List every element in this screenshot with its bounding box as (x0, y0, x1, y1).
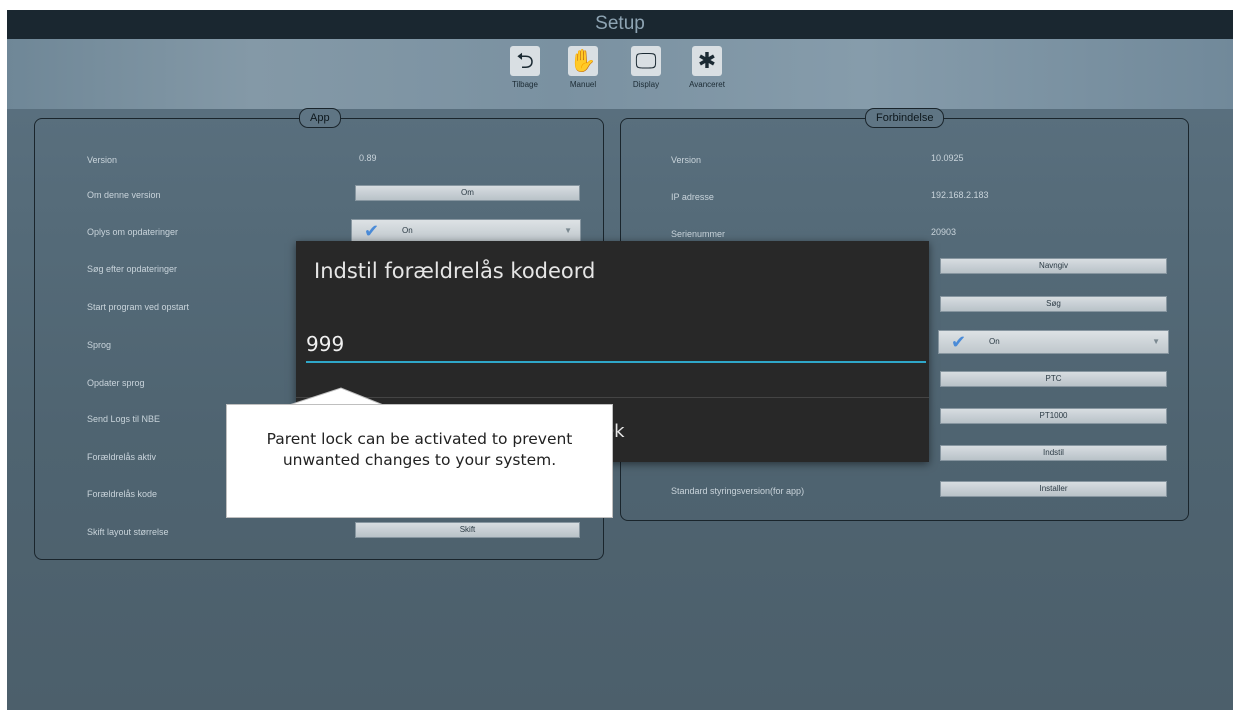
ptc-button[interactable]: PTC (940, 371, 1167, 387)
window-title: Setup (7, 10, 1233, 39)
serial-value: 20903 (931, 227, 957, 237)
updates-info-label: Oplys om opdateringer (87, 227, 179, 237)
app-version-label: Version (87, 155, 118, 165)
send-logs-label: Send Logs til NBE (87, 414, 161, 424)
back-arrow-icon: ⮌ (510, 46, 540, 76)
serial-label: Serienummer (671, 229, 726, 239)
dialog-title: Indstil forældrelås kodeord (314, 259, 596, 283)
connection-toggle-dropdown[interactable]: ✔ On ▼ (938, 330, 1169, 354)
start-program-label: Start program ved opstart (87, 302, 190, 312)
checkmark-icon: ✔ (364, 221, 380, 241)
nav-back-label: Tilbage (512, 80, 538, 89)
help-tooltip: Parent lock can be activated to prevent … (226, 404, 613, 518)
nav-advanced-button[interactable]: ✱ Avanceret (677, 46, 737, 89)
ip-value: 192.168.2.183 (931, 190, 989, 200)
app-version-value: 0.89 (359, 153, 377, 163)
set-button[interactable]: Indstil (940, 445, 1167, 461)
about-label: Om denne version (87, 190, 161, 200)
dropdown-arrow-icon: ▼ (1152, 337, 1160, 346)
ip-label: IP adresse (671, 192, 714, 202)
layout-size-label: Skift layout størrelse (87, 527, 169, 537)
app-panel-title: App (299, 108, 341, 128)
connection-toggle-value: On (989, 337, 1000, 346)
search-updates-label: Søg efter opdateringer (87, 264, 178, 274)
puzzle-icon: ✱ (692, 46, 722, 76)
search-button[interactable]: Søg (940, 296, 1167, 312)
connection-version-value: 10.0925 (931, 153, 964, 163)
name-button[interactable]: Navngiv (940, 258, 1167, 274)
parent-lock-code-label: Forældrelås kode (87, 489, 158, 499)
nav-manual-label: Manuel (569, 80, 597, 89)
language-label: Sprog (87, 340, 112, 350)
nav-manual-button[interactable]: ✋ Manuel (553, 46, 613, 89)
std-control-label: Standard styringsversion(for app) (671, 486, 805, 496)
hand-icon: ✋ (568, 46, 598, 76)
nav-display-button[interactable]: 🖵 Display (616, 46, 676, 89)
updates-info-dropdown[interactable]: ✔ On ▼ (351, 219, 581, 243)
nav-advanced-label: Avanceret (689, 80, 725, 89)
tooltip-text: Parent lock can be activated to prevent … (266, 430, 573, 469)
nav-back-button[interactable]: ⮌ Tilbage (495, 46, 555, 89)
checkmark-icon: ✔ (951, 332, 967, 352)
connection-version-label: Version (671, 155, 702, 165)
updates-info-value: On (402, 226, 413, 235)
dropdown-arrow-icon: ▼ (564, 226, 572, 235)
connection-panel-title: Forbindelse (865, 108, 945, 128)
parent-lock-active-label: Forældrelås aktiv (87, 452, 157, 462)
parent-lock-code-input[interactable] (306, 329, 926, 363)
update-language-label: Opdater sprog (87, 378, 145, 388)
monitor-icon: 🖵 (631, 46, 661, 76)
layout-size-button[interactable]: Skift (355, 522, 580, 538)
install-button[interactable]: Installer (940, 481, 1167, 497)
nav-display-label: Display (632, 80, 660, 89)
about-button[interactable]: Om (355, 185, 580, 201)
pt1000-button[interactable]: PT1000 (940, 408, 1167, 424)
